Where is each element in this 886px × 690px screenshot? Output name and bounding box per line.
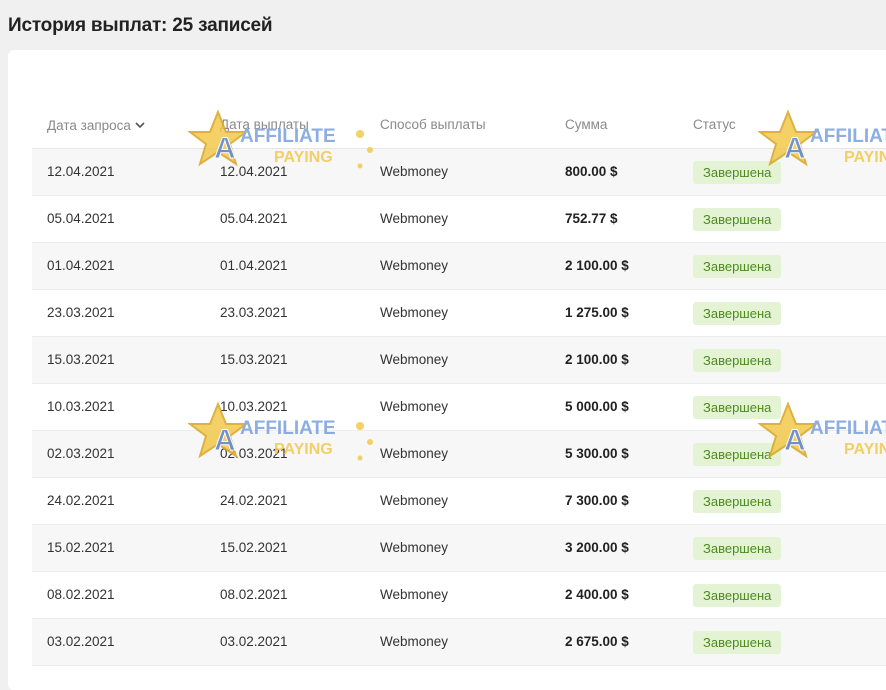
payout-method-cell: Webmoney	[380, 587, 449, 602]
request-date-cell: 02.03.2021	[47, 446, 115, 461]
status-badge: Завершена	[693, 161, 782, 184]
request-date-cell: 10.03.2021	[47, 399, 115, 414]
column-header-method[interactable]: Способ выплаты	[380, 106, 486, 144]
status-badge: Завершена	[693, 349, 782, 372]
payout-date-cell: 05.04.2021	[220, 211, 288, 226]
table-row: 15.03.2021 15.03.2021 Webmoney 2 100.00 $ За…	[32, 337, 886, 384]
page-title: История выплат: 25 записей	[8, 15, 273, 36]
status-badge: Завершена	[693, 302, 782, 325]
amount-cell: 2 100.00 $	[565, 352, 629, 367]
payout-method-cell: Webmoney	[380, 258, 449, 273]
status-badge: Завершена	[693, 537, 782, 560]
table-body: 12.04.2021 12.04.2021 Webmoney 800.00 $ Заве…	[32, 149, 886, 666]
amount-cell: 2 400.00 $	[565, 587, 629, 602]
amount-cell: 2 675.00 $	[565, 634, 629, 649]
payout-date-cell: 08.02.2021	[220, 587, 288, 602]
status-badge: Завершена	[693, 584, 782, 607]
payout-date-cell: 02.03.2021	[220, 446, 288, 461]
column-header-request-date[interactable]: Дата запроса	[47, 106, 145, 145]
table-row: 23.03.2021 23.03.2021 Webmoney 1 275.00 $ За…	[32, 290, 886, 337]
payout-date-cell: 24.02.2021	[220, 493, 288, 508]
table-row: 01.04.2021 01.04.2021 Webmoney 2 100.00 $ За…	[32, 243, 886, 290]
payout-date-cell: 10.03.2021	[220, 399, 288, 414]
request-date-cell: 15.03.2021	[47, 352, 115, 367]
payout-date-cell: 01.04.2021	[220, 258, 288, 273]
request-date-cell: 23.03.2021	[47, 305, 115, 320]
amount-cell: 5 000.00 $	[565, 399, 629, 414]
payout-date-cell: 15.03.2021	[220, 352, 288, 367]
request-date-cell: 05.04.2021	[47, 211, 115, 226]
status-badge: Завершена	[693, 255, 782, 278]
amount-cell: 5 300.00 $	[565, 446, 629, 461]
chevron-down-icon	[135, 106, 145, 144]
column-header-payout-date[interactable]: Дата выплаты	[220, 106, 309, 144]
table-row: 24.02.2021 24.02.2021 Webmoney 7 300.00 $ За…	[32, 478, 886, 525]
request-date-cell: 24.02.2021	[47, 493, 115, 508]
payout-method-cell: Webmoney	[380, 540, 449, 555]
payout-method-cell: Webmoney	[380, 352, 449, 367]
amount-cell: 3 200.00 $	[565, 540, 629, 555]
amount-cell: 752.77 $	[565, 211, 618, 226]
amount-cell: 2 100.00 $	[565, 258, 629, 273]
status-badge: Завершена	[693, 490, 782, 513]
request-date-cell: 03.02.2021	[47, 634, 115, 649]
table-row: 05.04.2021 05.04.2021 Webmoney 752.77 $ Заве…	[32, 196, 886, 243]
status-badge: Завершена	[693, 396, 782, 419]
payout-method-cell: Webmoney	[380, 399, 449, 414]
table-row: 12.04.2021 12.04.2021 Webmoney 800.00 $ Заве…	[32, 149, 886, 196]
request-date-cell: 15.02.2021	[47, 540, 115, 555]
amount-cell: 800.00 $	[565, 164, 618, 179]
payout-table: Дата запроса Дата выплаты Способ выплаты…	[32, 106, 886, 666]
payout-method-cell: Webmoney	[380, 164, 449, 179]
payout-method-cell: Webmoney	[380, 211, 449, 226]
payout-method-cell: Webmoney	[380, 446, 449, 461]
status-badge: Завершена	[693, 631, 782, 654]
table-row: 02.03.2021 02.03.2021 Webmoney 5 300.00 $ За…	[32, 431, 886, 478]
status-badge: Завершена	[693, 443, 782, 466]
table-row: 10.03.2021 10.03.2021 Webmoney 5 000.00 $ За…	[32, 384, 886, 431]
column-header-amount[interactable]: Сумма	[565, 106, 607, 144]
table-row: 03.02.2021 03.02.2021 Webmoney 2 675.00 $ За…	[32, 619, 886, 666]
payout-method-cell: Webmoney	[380, 634, 449, 649]
table-header: Дата запроса Дата выплаты Способ выплаты…	[32, 106, 886, 149]
request-date-cell: 12.04.2021	[47, 164, 115, 179]
payout-date-cell: 12.04.2021	[220, 164, 288, 179]
payout-method-cell: Webmoney	[380, 305, 449, 320]
request-date-cell: 01.04.2021	[47, 258, 115, 273]
column-header-label: Дата запроса	[47, 118, 131, 133]
amount-cell: 1 275.00 $	[565, 305, 629, 320]
payout-date-cell: 23.03.2021	[220, 305, 288, 320]
table-row: 08.02.2021 08.02.2021 Webmoney 2 400.00 $ За…	[32, 572, 886, 619]
amount-cell: 7 300.00 $	[565, 493, 629, 508]
payout-date-cell: 15.02.2021	[220, 540, 288, 555]
column-header-status[interactable]: Статус	[693, 106, 736, 144]
status-badge: Завершена	[693, 208, 782, 231]
request-date-cell: 08.02.2021	[47, 587, 115, 602]
payout-date-cell: 03.02.2021	[220, 634, 288, 649]
payout-method-cell: Webmoney	[380, 493, 449, 508]
table-row: 15.02.2021 15.02.2021 Webmoney 3 200.00 $ За…	[32, 525, 886, 572]
payout-history-card: Дата запроса Дата выплаты Способ выплаты…	[8, 50, 886, 690]
